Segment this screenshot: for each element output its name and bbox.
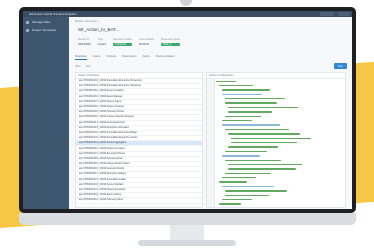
code-text-bar bbox=[222, 177, 256, 179]
code-text-bar bbox=[228, 111, 272, 113]
code-text-bar bbox=[222, 155, 260, 157]
main-content: Stream Summary > Str_Action_to_BAT... St… bbox=[69, 17, 352, 209]
code-text-bar bbox=[222, 93, 262, 96]
code-editor bbox=[216, 79, 343, 207]
meta-stream-id: Stream Id STR.00000 bbox=[78, 38, 91, 46]
code-text-bar bbox=[219, 181, 247, 183]
list-item[interactable]: asp.ST00000146.0_V0019.Telemetry.Store bbox=[76, 198, 202, 204]
meta-value: STR.00000 bbox=[78, 43, 91, 46]
database-icon bbox=[26, 20, 29, 24]
sidebar: Manage Data Stream Templates bbox=[23, 17, 69, 209]
sidebar-item-stream-templates[interactable]: Stream Templates bbox=[26, 27, 69, 33]
tab-alerts[interactable]: Alerts bbox=[143, 54, 150, 60]
tab-parameters[interactable]: Parameters bbox=[122, 54, 136, 60]
code-text-bar bbox=[228, 168, 296, 170]
sort-button[interactable]: Sort bbox=[86, 65, 91, 68]
meta-execution-status: Execution Status Complete bbox=[113, 38, 133, 46]
tab-inputs[interactable]: Inputs bbox=[93, 54, 101, 60]
code-text-bar bbox=[222, 199, 252, 201]
sidebar-item-label: Manage Data bbox=[32, 20, 51, 24]
code-text-bar bbox=[216, 80, 236, 82]
meta-key: Processing Node bbox=[160, 38, 180, 41]
code-text-bar bbox=[231, 137, 311, 139]
monitor-stand-base bbox=[138, 240, 236, 246]
app-screen: GE Power Global Tracked Analytics Manage… bbox=[23, 11, 352, 209]
run-button[interactable]: Run bbox=[334, 63, 347, 69]
code-text-bar bbox=[222, 120, 252, 122]
code-text-bar bbox=[228, 146, 278, 148]
filter-button[interactable]: Filter bbox=[75, 65, 81, 68]
monitor-stand-neck bbox=[170, 225, 204, 241]
breadcrumb[interactable]: Stream Summary > bbox=[75, 19, 99, 23]
meta-last-updated: Last Updated 00:00:00 bbox=[139, 38, 154, 46]
code-text-bar bbox=[222, 185, 274, 188]
code-text-bar bbox=[228, 106, 298, 109]
tab-bar: Overview Inputs Outputs Parameters Alert… bbox=[75, 54, 175, 60]
webcam bbox=[180, 0, 192, 6]
code-text-bar bbox=[228, 133, 300, 135]
code-text-bar bbox=[225, 98, 285, 100]
code-text-bar bbox=[225, 150, 267, 153]
monitor-chin bbox=[19, 213, 356, 225]
line-number-gutter bbox=[207, 79, 215, 207]
node-badge: Node_1 bbox=[160, 43, 180, 46]
code-text-bar bbox=[225, 102, 277, 104]
meta-value: 00:00:00 bbox=[139, 43, 149, 46]
code-text-bar bbox=[225, 128, 289, 131]
stream-list-panel: Stream Definitions asp.ST00000123.0_V001… bbox=[75, 72, 203, 208]
code-text-bar bbox=[231, 141, 297, 144]
sidebar-item-label: Stream Templates bbox=[32, 28, 57, 32]
tab-documentation[interactable]: Documentation bbox=[156, 54, 175, 60]
code-text-bar bbox=[225, 194, 269, 197]
tab-overview[interactable]: Overview bbox=[75, 54, 87, 60]
page-title: Str_Action_to_BAT... bbox=[78, 27, 120, 32]
config-code-panel[interactable]: Stream Configuration bbox=[206, 72, 346, 208]
code-text-bar bbox=[225, 159, 281, 161]
app-title: GE Power Global Tracked Analytics bbox=[29, 12, 77, 16]
meta-key: Last Updated bbox=[139, 38, 154, 41]
tab-outputs[interactable]: Outputs bbox=[106, 54, 116, 60]
meta-key: Execution Status bbox=[113, 38, 133, 41]
code-text-bar bbox=[222, 89, 270, 91]
meta-type: Type Custom bbox=[98, 38, 107, 46]
meta-key: Stream Id bbox=[78, 38, 89, 41]
sidebar-item-manage-data[interactable]: Manage Data bbox=[26, 19, 69, 25]
meta-processing-node: Processing Node Node_1 bbox=[160, 38, 180, 46]
code-text-bar bbox=[225, 190, 287, 192]
code-text-bar bbox=[219, 203, 241, 205]
user-menu-button[interactable] bbox=[320, 12, 334, 16]
toolbar: Filter Sort Run bbox=[75, 63, 347, 70]
code-text-bar bbox=[225, 115, 261, 118]
stream-list: asp.ST00000123.0_V0019.Foundation.Enterp… bbox=[76, 79, 202, 204]
template-icon bbox=[26, 28, 29, 32]
help-button[interactable] bbox=[338, 12, 350, 16]
stream-metadata: Stream Id STR.00000 Type Custom Executio… bbox=[78, 38, 180, 46]
meta-value: Custom bbox=[97, 43, 107, 46]
code-text-bar bbox=[219, 84, 253, 87]
status-badge: Complete bbox=[113, 43, 133, 46]
code-text-bar bbox=[222, 124, 280, 126]
meta-key: Type bbox=[97, 38, 104, 41]
code-text-bar bbox=[228, 163, 302, 166]
code-text-bar bbox=[225, 172, 271, 175]
